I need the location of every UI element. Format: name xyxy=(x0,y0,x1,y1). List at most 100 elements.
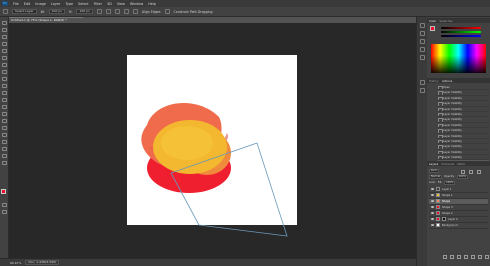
color-panel-foreground-swatch[interactable] xyxy=(430,26,435,31)
path-operations-icon[interactable] xyxy=(96,9,102,14)
lock-label: Lock: xyxy=(429,181,436,184)
layer-row-selected[interactable]: Shape xyxy=(429,199,488,205)
crop-tool-icon[interactable] xyxy=(2,49,7,53)
menu-file[interactable]: File xyxy=(13,2,19,6)
layer-row[interactable]: Shape 1 xyxy=(429,193,488,199)
new-group-icon[interactable] xyxy=(471,255,475,259)
dock-properties-icon[interactable] xyxy=(420,23,425,28)
quick-select-tool-icon[interactable] xyxy=(2,42,7,46)
menu-edit[interactable]: Edit xyxy=(24,2,31,6)
tab-channels[interactable]: Channels xyxy=(441,162,454,166)
yellow-highlight-shape xyxy=(161,126,213,160)
layer-row[interactable]: Shape 2 xyxy=(429,211,488,217)
eraser-tool-icon[interactable] xyxy=(2,91,7,95)
tab-swatches[interactable]: Swatches xyxy=(439,19,452,23)
screen-mode-icon[interactable] xyxy=(2,210,7,214)
zoom-level[interactable]: 66.67% xyxy=(10,261,21,265)
layer-mask-thumbnail[interactable] xyxy=(442,217,446,222)
brush-tool-icon[interactable] xyxy=(2,70,7,74)
eyedropper-tool-icon[interactable] xyxy=(2,56,7,60)
constrain-path-checkbox[interactable] xyxy=(164,9,170,14)
height-field[interactable]: 100 px xyxy=(76,9,93,14)
photoshop-logo-icon[interactable]: Ps xyxy=(2,1,8,6)
layer-row[interactable]: Background xyxy=(429,223,488,229)
menu-window[interactable]: Window xyxy=(130,2,143,6)
fill-field[interactable]: 100% xyxy=(444,180,456,185)
select-layer-dropdown[interactable]: Select Layer xyxy=(12,9,37,14)
layer-thumbnail xyxy=(436,223,440,228)
document-canvas[interactable] xyxy=(127,55,297,237)
document-info[interactable]: Doc: 1.43M/4.59M xyxy=(25,260,59,265)
shape-tool-icon[interactable] xyxy=(2,140,7,144)
layer-style-icon[interactable] xyxy=(450,255,454,259)
layer-kind-filter[interactable]: Kind xyxy=(429,168,439,173)
visibility-eye-icon[interactable] xyxy=(431,194,434,197)
blur-tool-icon[interactable] xyxy=(2,105,7,109)
path-selection-icon[interactable] xyxy=(3,9,8,14)
marquee-tool-icon[interactable] xyxy=(2,28,7,32)
edit-toolbar-icon[interactable] xyxy=(2,161,7,165)
quick-mask-icon[interactable] xyxy=(2,203,7,207)
menu-select[interactable]: Select xyxy=(78,2,88,6)
align-edges-checkbox[interactable] xyxy=(132,9,138,14)
visibility-eye-icon[interactable] xyxy=(431,212,434,215)
menu-image[interactable]: Image xyxy=(35,2,46,6)
layer-row[interactable]: Layer 1 xyxy=(429,187,488,193)
move-tool-icon[interactable] xyxy=(2,21,7,25)
dock-character-icon[interactable] xyxy=(420,55,425,60)
blue-slider[interactable] xyxy=(441,35,481,37)
red-slider[interactable] xyxy=(441,27,481,29)
layer-row[interactable]: Layer 2 xyxy=(429,217,488,223)
canvas-workspace[interactable] xyxy=(9,23,416,258)
path-alignment-icon[interactable] xyxy=(105,9,111,14)
visibility-eye-icon[interactable] xyxy=(431,188,434,191)
menu-type[interactable]: Type xyxy=(65,2,73,6)
dock-libraries-icon[interactable] xyxy=(420,80,425,85)
visibility-eye-icon[interactable] xyxy=(431,224,434,227)
pen-tool-icon[interactable] xyxy=(2,119,7,123)
new-layer-icon[interactable] xyxy=(478,255,482,259)
menu-3d[interactable]: 3D xyxy=(107,2,112,6)
link-layers-icon[interactable] xyxy=(443,255,447,259)
color-spectrum[interactable] xyxy=(431,44,486,73)
adjustment-layer-icon[interactable] xyxy=(464,255,468,259)
menu-help[interactable]: Help xyxy=(148,2,156,6)
menu-view[interactable]: View xyxy=(117,2,125,6)
settings-gear-icon[interactable] xyxy=(123,9,129,14)
history-brush-tool-icon[interactable] xyxy=(2,84,7,88)
clone-stamp-tool-icon[interactable] xyxy=(2,77,7,81)
dock-brush-icon[interactable] xyxy=(420,39,425,44)
hand-tool-icon[interactable] xyxy=(2,147,7,151)
visibility-eye-icon[interactable] xyxy=(431,206,434,209)
add-mask-icon[interactable] xyxy=(457,255,461,259)
tab-actions[interactable]: Actions xyxy=(442,79,452,83)
menu-filter[interactable]: Filter xyxy=(94,2,102,6)
path-selection-tool-icon[interactable] xyxy=(2,133,7,137)
gradient-tool-icon[interactable] xyxy=(2,98,7,102)
menu-bar: Ps File Edit Image Layer Type Select Fil… xyxy=(0,0,490,7)
green-slider[interactable] xyxy=(441,31,481,33)
layer-row[interactable]: Shape 3 xyxy=(429,205,488,211)
zoom-tool-icon[interactable] xyxy=(2,154,7,158)
width-field[interactable]: 100 px xyxy=(48,9,65,14)
opacity-field[interactable]: 100% xyxy=(456,174,468,179)
blend-mode-dropdown[interactable]: Normal xyxy=(429,174,443,179)
visibility-eye-icon[interactable] xyxy=(431,200,434,203)
tab-history[interactable]: History xyxy=(429,79,439,83)
dock-paragraph-icon[interactable] xyxy=(420,47,425,52)
foreground-color-swatch[interactable] xyxy=(1,189,6,194)
delete-layer-icon[interactable] xyxy=(485,255,489,259)
dodge-tool-icon[interactable] xyxy=(2,112,7,116)
tab-layers[interactable]: Layers xyxy=(429,162,438,166)
type-tool-icon[interactable] xyxy=(2,126,7,130)
healing-brush-tool-icon[interactable] xyxy=(2,63,7,67)
visibility-eye-icon[interactable] xyxy=(431,218,434,221)
align-edges-label: Align Edges xyxy=(141,9,161,14)
dock-styles-icon[interactable] xyxy=(420,88,425,93)
menu-layer[interactable]: Layer xyxy=(51,2,60,6)
lasso-tool-icon[interactable] xyxy=(2,35,7,39)
dock-adjustments-icon[interactable] xyxy=(420,31,425,36)
tab-color[interactable]: Color xyxy=(429,19,436,23)
tab-paths[interactable]: Paths xyxy=(457,162,465,166)
path-arrangement-icon[interactable] xyxy=(114,9,120,14)
